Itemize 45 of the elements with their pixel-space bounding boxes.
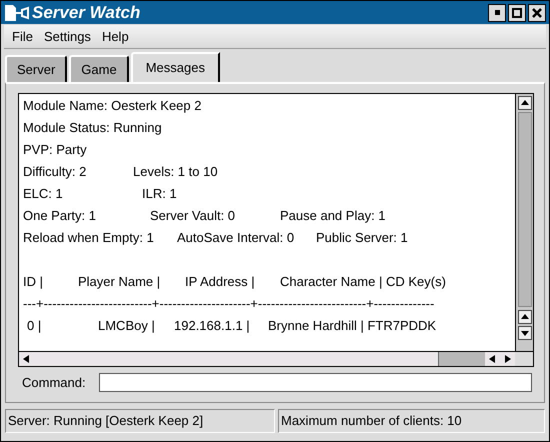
log-text: ---+-------------------------+---------------------+-------------------------+-------------- xyxy=(23,295,434,313)
log-text: IP Address | xyxy=(185,273,255,291)
log-text: LMCBoy | xyxy=(98,317,155,335)
scroll-up-icon[interactable] xyxy=(518,310,532,324)
scrollbar-thumb[interactable] xyxy=(518,112,532,307)
log-text: Pause and Play: 1 xyxy=(280,207,386,225)
menu-item[interactable]: Settings xyxy=(44,26,91,46)
scroll-down-icon[interactable] xyxy=(518,326,532,340)
close-icon xyxy=(532,8,542,18)
log-text: Player Name | xyxy=(78,273,160,291)
log-text: Module Name: Oesterk Keep 2 xyxy=(23,97,202,115)
scroll-up-icon[interactable] xyxy=(518,96,532,110)
menu-item[interactable]: Help xyxy=(102,26,129,46)
log-text: 192.168.1.1 | xyxy=(174,317,250,335)
window-menu-icon[interactable] xyxy=(4,4,30,22)
scrollbar-thumb[interactable] xyxy=(438,352,485,366)
log-text: PVP: Party xyxy=(23,141,87,159)
log-text: ID | xyxy=(23,273,43,291)
menu-item[interactable]: File xyxy=(12,26,33,46)
log-text: ILR: 1 xyxy=(142,185,177,203)
command-input[interactable] xyxy=(98,373,532,392)
log-text: Module Status: Running xyxy=(23,119,162,137)
close-button[interactable] xyxy=(528,4,546,22)
log-text: Levels: 1 to 10 xyxy=(133,163,218,181)
log-text: 0 | xyxy=(27,317,42,335)
status-text: Server: Running [Oesterk Keep 2] xyxy=(5,409,275,433)
log-text: Brynne Hardhill | FTR7PDDK xyxy=(268,317,436,335)
log-text: One Party: 1 xyxy=(23,207,96,225)
log-text: Character Name | CD Key(s) xyxy=(280,273,446,291)
log-text: ELC: 1 xyxy=(23,185,63,203)
status-text: Maximum number of clients: 10 xyxy=(278,409,545,433)
tab[interactable]: Server xyxy=(5,55,68,82)
tab[interactable]: Messages xyxy=(130,52,220,82)
log-text: Public Server: 1 xyxy=(316,229,408,247)
minimize-button[interactable] xyxy=(488,4,506,22)
horizontal-scrollbar[interactable] xyxy=(19,352,515,366)
log-text: Server Vault: 0 xyxy=(150,207,236,225)
log-text: AutoSave Interval: 0 xyxy=(177,229,294,247)
maximize-button[interactable] xyxy=(508,4,526,22)
tab[interactable]: Game xyxy=(69,55,129,82)
log-text: Reload when Empty: 1 xyxy=(23,229,154,247)
window-title: Server Watch xyxy=(32,2,140,24)
command-label: Command: xyxy=(22,374,86,392)
vertical-scrollbar[interactable] xyxy=(515,94,533,351)
log-text: Difficulty: 2 xyxy=(23,163,86,181)
